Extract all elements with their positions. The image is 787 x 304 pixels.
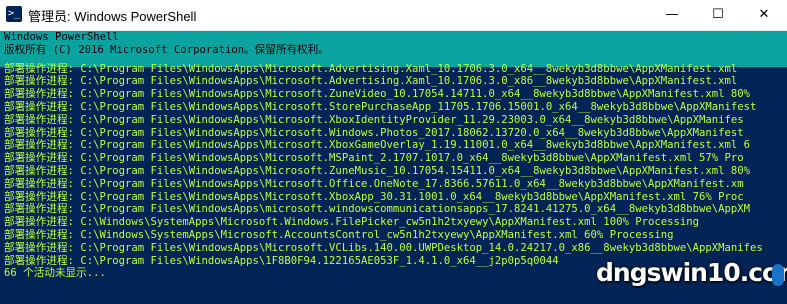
progress-line: 部署操作进程: C:\Program Files\WindowsApps\Mic…: [4, 139, 751, 152]
close-button[interactable]: ✕: [741, 0, 787, 30]
progress-line: 部署操作进程: C:\Program Files\WindowsApps\Mic…: [4, 88, 751, 101]
console-output: Windows PowerShell 版权所有 (C) 2016 Microso…: [4, 31, 763, 280]
powershell-icon: >_: [6, 6, 22, 22]
console-header-line: 版权所有 (C) 2016 Microsoft Corporation。保留所有…: [4, 43, 329, 56]
progress-line: 部署操作进程: C:\Program Files\WindowsApps\Mic…: [4, 62, 738, 75]
window-title: 管理员: Windows PowerShell: [28, 9, 197, 24]
progress-line: 部署操作进程: C:\Program Files\WindowsApps\Mic…: [4, 164, 751, 177]
progress-line: 部署操作进程: C:\Program Files\WindowsApps\Mic…: [4, 177, 744, 190]
progress-line: 部署操作进程: C:\Program Files\WindowsApps\Mic…: [4, 126, 744, 139]
progress-line: 部署操作进程: C:\Program Files\WindowsApps\Mic…: [4, 100, 757, 113]
progress-line: 部署操作进程: C:\Windows\SystemApps\Microsoft.…: [4, 216, 699, 229]
watermark-text: dngswin10.com: [596, 258, 787, 287]
progress-line: 部署操作进程: C:\Program Files\WindowsApps\mic…: [4, 203, 751, 216]
progress-line: 部署操作进程: C:\Program Files\WindowsApps\Mic…: [4, 190, 744, 203]
title-bar: >_ 管理员: Windows PowerShell — ☐ ✕: [0, 0, 787, 31]
maximize-button[interactable]: ☐: [695, 0, 741, 30]
site-watermark: dngswin10.com: [596, 254, 787, 298]
progress-line: 部署操作进程: C:\Windows\SystemApps\Microsoft.…: [4, 228, 674, 241]
progress-line: 部署操作进程: C:\Program Files\WindowsApps\Mic…: [4, 75, 738, 88]
progress-line: 部署操作进程: C:\Program Files\WindowsApps\Mic…: [4, 241, 763, 254]
progress-line: 部署操作进程: C:\Program Files\WindowsApps\Mic…: [4, 152, 744, 165]
console-header-line: Windows PowerShell: [4, 31, 119, 43]
progress-line: 部署操作进程: C:\Program Files\WindowsApps\Mic…: [4, 113, 744, 126]
globe-icon: [772, 264, 784, 286]
minimize-button[interactable]: —: [649, 0, 695, 30]
